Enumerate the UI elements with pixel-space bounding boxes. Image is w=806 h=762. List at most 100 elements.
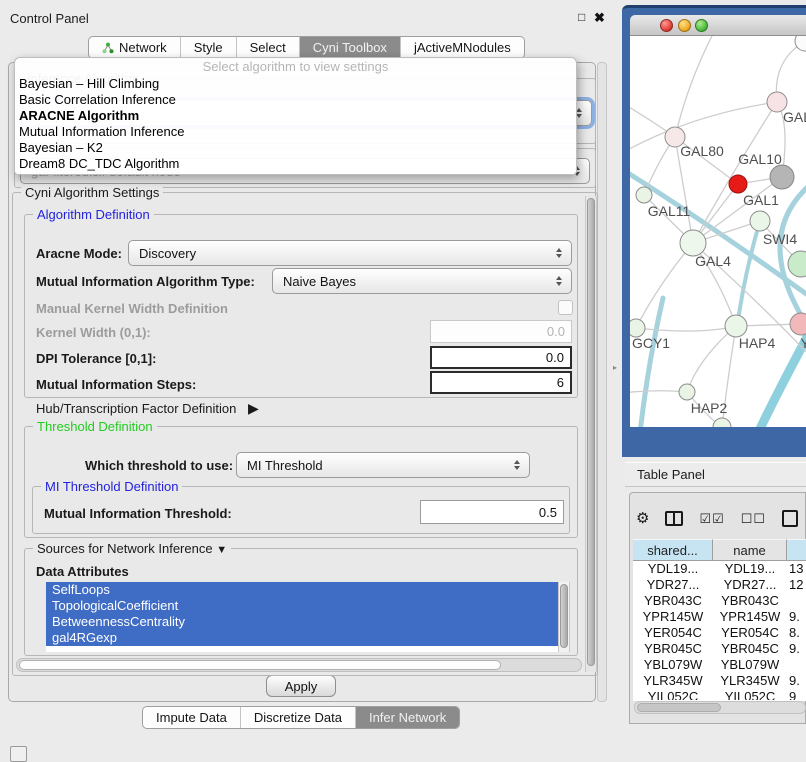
table-hscrollbar-thumb[interactable] <box>637 703 721 712</box>
attribute-item[interactable]: TopologicalCoefficient <box>46 598 558 614</box>
tab-discretize-data[interactable]: Discretize Data <box>241 707 356 728</box>
split-pane-icon[interactable] <box>665 511 683 526</box>
panel-scrollbar-track[interactable] <box>597 62 607 702</box>
show-columns-icon[interactable]: ☑☑ <box>699 512 724 525</box>
table-cell: 12 <box>787 577 806 593</box>
settings-scrollbar-thumb[interactable] <box>587 198 595 666</box>
data-attributes-list[interactable]: SelfLoopsTopologicalCoefficientBetweenne… <box>46 582 558 652</box>
attributes-scrollbar-thumb[interactable] <box>560 584 568 648</box>
table-cell: YLR345W <box>713 673 787 689</box>
table-row[interactable]: YPR145WYPR145W9. <box>633 609 806 625</box>
zoom-window-icon[interactable] <box>695 19 708 32</box>
aracne-mode-label: Aracne Mode: <box>36 246 122 261</box>
hub-expander[interactable]: Hub/Transcription Factor Definition ▶ <box>36 400 259 417</box>
tab-label: Discretize Data <box>254 710 342 725</box>
network-canvas[interactable]: GAL80GAL10GAL11GAL1SWI4GAL4GCY1HAP4HAP2G… <box>630 36 806 427</box>
which-threshold-combo[interactable]: MI Threshold <box>236 452 530 478</box>
attribute-item[interactable]: gal4RGexp <box>46 630 558 646</box>
tab-select[interactable]: Select <box>237 37 300 58</box>
network-node[interactable] <box>750 211 770 231</box>
kernel-width-field[interactable]: 0.0 <box>430 320 572 343</box>
tab-jactivemnodules[interactable]: jActiveMNodules <box>401 37 524 58</box>
network-node[interactable] <box>770 165 794 189</box>
column-header[interactable]: name <box>713 539 787 561</box>
table-row[interactable]: YIL052CYIL052C9 <box>633 689 806 700</box>
tab-network[interactable]: Network <box>89 37 181 58</box>
tab-cyni-toolbox[interactable]: Cyni Toolbox <box>300 37 401 58</box>
settings-horizontal-scrollbar[interactable] <box>16 658 582 672</box>
table-cell: YDR27... <box>633 577 713 593</box>
table-cell: YBR043C <box>633 593 713 609</box>
tab-style[interactable]: Style <box>181 37 237 58</box>
mi-threshold-field[interactable]: 0.5 <box>420 500 564 524</box>
column-header[interactable]: shared... <box>633 539 713 561</box>
attribute-item[interactable]: SelfLoops <box>46 582 558 598</box>
threshold-definition-legend: Threshold Definition <box>33 419 157 434</box>
network-node[interactable] <box>679 384 695 400</box>
column-header[interactable] <box>787 539 806 561</box>
network-node[interactable] <box>725 315 747 337</box>
algorithm-option[interactable]: Bayesian – Hill Climbing <box>15 76 576 92</box>
table-horizontal-scrollbar[interactable] <box>634 701 806 714</box>
algorithm-option[interactable]: Mutual Information Inference <box>15 124 576 140</box>
settings-hscrollbar-thumb[interactable] <box>19 660 501 670</box>
splitter-handle[interactable]: ▸ <box>613 363 617 372</box>
dpi-tolerance-field[interactable]: 0.0 <box>430 346 572 369</box>
table-row[interactable]: YBR043CYBR043C <box>633 593 806 609</box>
minimize-window-icon[interactable] <box>678 19 691 32</box>
network-node[interactable] <box>713 418 731 427</box>
table-cell <box>787 657 806 673</box>
network-node[interactable] <box>790 313 806 335</box>
float-window-icon[interactable]: □ <box>578 10 585 24</box>
attribute-item[interactable]: BetweennessCentrality <box>46 614 558 630</box>
tab-infer-network[interactable]: Infer Network <box>356 707 459 728</box>
hide-columns-icon[interactable]: ☐☐ <box>741 512 766 525</box>
settings-gear-icon[interactable]: ⚙ <box>636 511 649 526</box>
algorithm-option[interactable]: Dream8 DC_TDC Algorithm <box>15 156 576 172</box>
algorithm-option[interactable]: Basic Correlation Inference <box>15 92 576 108</box>
network-edge <box>737 221 760 328</box>
node-table[interactable]: shared...name YDL19...YDL19...13YDR27...… <box>633 539 806 701</box>
table-row[interactable]: YBR045CYBR045C9. <box>633 641 806 657</box>
network-graph[interactable]: GAL80GAL10GAL11GAL1SWI4GAL4GCY1HAP4HAP2G… <box>630 36 806 427</box>
tab-label: Network <box>119 40 167 55</box>
table-cell: YBR045C <box>633 641 713 657</box>
network-node[interactable] <box>729 175 747 193</box>
table-row[interactable]: YER054CYER054C8. <box>633 625 806 641</box>
export-table-icon[interactable] <box>782 510 798 527</box>
table-body[interactable]: YDL19...YDL19...13YDR27...YDR27...12YBR0… <box>633 561 806 700</box>
aracne-mode-combo[interactable]: Discovery <box>128 240 572 266</box>
combo-stepper-icon <box>556 248 562 258</box>
network-window-titlebar[interactable] <box>630 15 806 36</box>
table-row[interactable]: YDL19...YDL19...13 <box>633 561 806 577</box>
aracne-mode-value: Discovery <box>139 246 196 261</box>
tab-impute-data[interactable]: Impute Data <box>143 707 241 728</box>
network-tab-icon <box>102 42 114 54</box>
apply-button[interactable]: Apply <box>266 675 336 697</box>
algorithm-popup-placeholder: Select algorithm to view settings <box>15 58 576 76</box>
table-cell: YBL079W <box>713 657 787 673</box>
network-node[interactable] <box>636 187 652 203</box>
table-row[interactable]: YBL079WYBL079W <box>633 657 806 673</box>
node-label: Y <box>800 335 806 351</box>
expander-expanded-icon[interactable]: ▼ <box>216 544 227 556</box>
table-cell: YPR145W <box>633 609 713 625</box>
algorithm-option[interactable]: Bayesian – K2 <box>15 140 576 156</box>
mi-algorithm-type-combo[interactable]: Naive Bayes <box>272 268 572 294</box>
settings-vertical-scrollbar[interactable] <box>585 196 597 672</box>
table-cell: 9 <box>787 689 806 700</box>
network-node[interactable] <box>795 36 806 51</box>
table-row[interactable]: YDR27...YDR27...12 <box>633 577 806 593</box>
close-window-icon[interactable] <box>660 19 673 32</box>
network-node[interactable] <box>788 251 806 277</box>
mi-steps-field[interactable]: 6 <box>430 371 572 394</box>
table-cell: YDL19... <box>633 561 713 577</box>
table-header-row[interactable]: shared...name <box>633 539 806 561</box>
close-panel-icon[interactable]: ✖ <box>594 10 605 26</box>
algorithm-option[interactable]: ARACNE Algorithm <box>15 108 576 124</box>
node-label: HAP2 <box>691 400 728 416</box>
table-row[interactable]: YLR345WYLR345W9. <box>633 673 806 689</box>
collapsed-panel-button[interactable] <box>10 746 27 762</box>
attributes-vertical-scrollbar[interactable] <box>558 582 570 652</box>
manual-kernel-checkbox[interactable] <box>558 300 573 315</box>
